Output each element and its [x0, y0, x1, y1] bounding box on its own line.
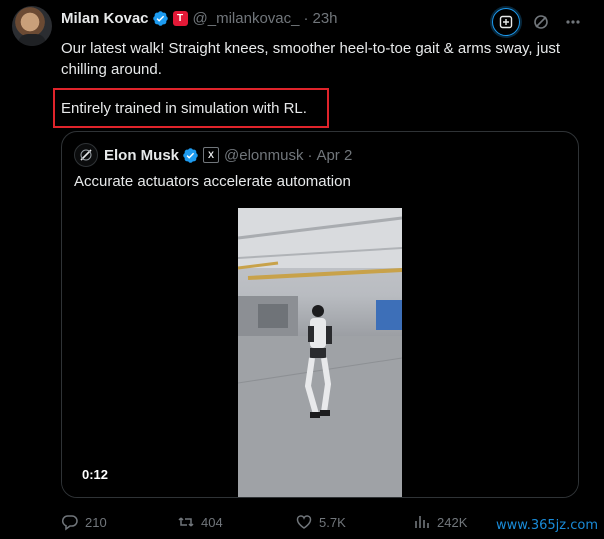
quoted-post-date[interactable]: Apr 2	[316, 147, 352, 164]
avatar-shirt	[18, 34, 46, 46]
views-icon[interactable]	[413, 513, 431, 531]
grok-icon[interactable]	[492, 8, 520, 36]
reply-icon[interactable]	[61, 513, 79, 531]
repost-icon[interactable]	[177, 513, 195, 531]
video-player[interactable]: 0:12	[62, 208, 578, 497]
affiliation-badge[interactable]: T	[172, 10, 188, 26]
quoted-tweet-header: Elon Musk X @elonmusk · Apr 2	[74, 143, 352, 167]
quoted-author-handle[interactable]: @elonmusk	[224, 147, 303, 164]
like-count: 5.7K	[319, 514, 346, 530]
verified-badge-icon	[152, 10, 169, 27]
x-affiliation-badge[interactable]: X	[203, 147, 220, 163]
tweet-text: Our latest walk! Straight knees, smoothe…	[61, 40, 561, 78]
quoted-verified-badge-icon	[182, 147, 199, 164]
video-duration: 0:12	[82, 467, 109, 482]
quoted-tweet-text: Accurate actuators accelerate automation	[74, 173, 351, 190]
more-icon[interactable]	[562, 11, 584, 33]
video-frame	[238, 208, 402, 497]
reply-count: 210	[85, 514, 107, 530]
repost-count: 404	[201, 514, 223, 530]
views-count: 242K	[437, 514, 468, 530]
reply-action[interactable]: 210	[61, 513, 177, 531]
repost-action[interactable]: 404	[177, 513, 295, 531]
tweet-text-highlighted: Entirely trained in simulation with RL.	[61, 100, 307, 117]
top-actions	[492, 8, 584, 36]
author-handle[interactable]: @_milankovac_	[193, 10, 300, 27]
separator-dot: ·	[303, 9, 309, 27]
author-name[interactable]: Milan Kovac	[61, 10, 149, 27]
watermark: www.365jz.com	[496, 518, 598, 533]
no-sign-icon[interactable]	[530, 11, 552, 33]
like-icon[interactable]	[295, 513, 313, 531]
quoted-tweet[interactable]: Elon Musk X @elonmusk · Apr 2 Accurate a…	[61, 131, 579, 498]
author-avatar[interactable]	[12, 6, 52, 46]
quoted-author-name[interactable]: Elon Musk	[104, 147, 179, 164]
like-action[interactable]: 5.7K	[295, 513, 413, 531]
separator-dot: ·	[307, 146, 313, 164]
tweet-header: Milan Kovac T @_milankovac_ · 23h	[61, 8, 338, 28]
post-time[interactable]: 23h	[312, 10, 337, 27]
quoted-author-avatar[interactable]	[74, 143, 98, 167]
